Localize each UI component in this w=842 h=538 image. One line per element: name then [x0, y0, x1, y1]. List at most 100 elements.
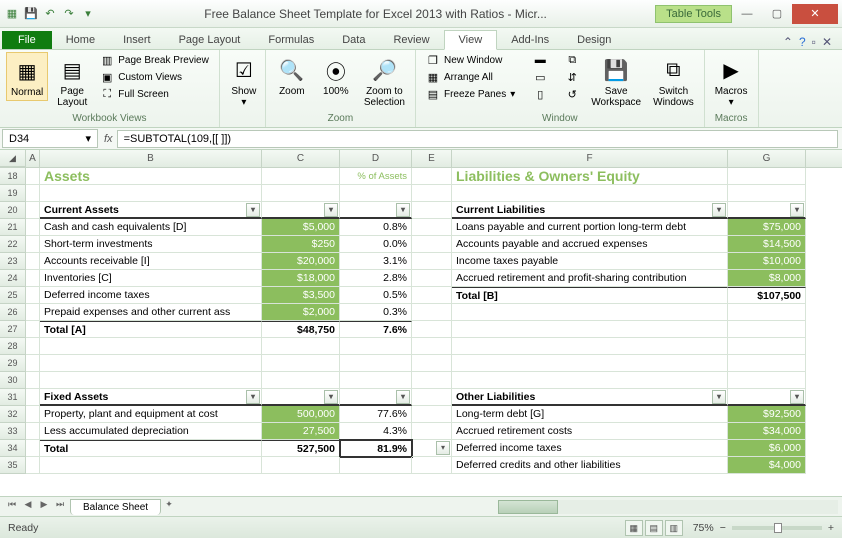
col-c[interactable]: C [262, 150, 340, 167]
zoom-out-button[interactable]: − [720, 522, 726, 534]
cell[interactable]: Less accumulated depreciation [40, 423, 262, 440]
cell[interactable]: Total [A] [40, 321, 262, 338]
arrange-all-button[interactable]: ▦Arrange All [422, 69, 519, 85]
row-header[interactable]: 21 [0, 219, 26, 236]
redo-icon[interactable]: ↷ [61, 6, 77, 22]
col-a[interactable]: A [26, 150, 40, 167]
cell[interactable]: Short-term investments [40, 236, 262, 253]
cell[interactable]: Property, plant and equipment at cost [40, 406, 262, 423]
cell[interactable] [412, 236, 452, 253]
cell[interactable]: $10,000 [728, 253, 806, 270]
cell[interactable]: Deferred credits and other liabilities [452, 457, 728, 474]
help-icon[interactable]: ? [799, 35, 806, 49]
filter-dropdown-icon[interactable]: ▾ [246, 390, 260, 404]
cell[interactable] [728, 338, 806, 355]
cell[interactable] [26, 185, 40, 202]
cell[interactable]: Accounts payable and accrued expenses [452, 236, 728, 253]
new-sheet-button[interactable]: ✦ [161, 499, 177, 515]
cell[interactable]: Other Liabilities▾ [452, 389, 728, 406]
cell[interactable]: Fixed Assets▾ [40, 389, 262, 406]
cell[interactable]: 3.1% [340, 253, 412, 270]
full-screen-button[interactable]: ⛶Full Screen [96, 86, 213, 102]
save-workspace-button[interactable]: 💾Save Workspace [587, 52, 645, 110]
cell[interactable] [26, 219, 40, 236]
filter-dropdown-icon[interactable]: ▾ [324, 203, 338, 217]
sheet-nav-next[interactable]: ▶ [36, 499, 52, 515]
cell[interactable]: 0.5% [340, 287, 412, 304]
col-e[interactable]: E [412, 150, 452, 167]
cell[interactable]: $4,000 [728, 457, 806, 474]
save-icon[interactable]: 💾 [23, 6, 39, 22]
view-side-button[interactable]: ⧉ [561, 52, 583, 68]
cell[interactable] [262, 372, 340, 389]
cell[interactable] [40, 338, 262, 355]
row-header[interactable]: 24 [0, 270, 26, 287]
cell[interactable]: Deferred income taxes [40, 287, 262, 304]
spreadsheet-grid[interactable]: ◢ A B C D E F G 18Assets% of AssetsLiabi… [0, 150, 842, 496]
row-header[interactable]: 25 [0, 287, 26, 304]
cell[interactable] [40, 372, 262, 389]
sheet-nav-prev[interactable]: ◀ [20, 499, 36, 515]
cell[interactable]: % of Assets [340, 168, 412, 185]
cell[interactable]: Prepaid expenses and other current ass [40, 304, 262, 321]
zoom-button[interactable]: 🔍Zoom [272, 52, 312, 99]
tab-formulas[interactable]: Formulas [254, 31, 328, 49]
cell[interactable] [452, 338, 728, 355]
cell[interactable]: Income taxes payable [452, 253, 728, 270]
name-box[interactable]: D34▾ [2, 129, 98, 148]
tab-home[interactable]: Home [52, 31, 109, 49]
sheet-tab-balance-sheet[interactable]: Balance Sheet [70, 499, 161, 515]
row-header[interactable]: 34 [0, 440, 26, 457]
split-button[interactable]: ▬ [529, 52, 551, 68]
cell[interactable]: 27,500 [262, 423, 340, 440]
qat-dropdown-icon[interactable]: ▾ [80, 6, 96, 22]
cell[interactable] [262, 338, 340, 355]
cell[interactable] [26, 457, 40, 474]
tab-view[interactable]: View [444, 30, 498, 50]
filter-dropdown-icon[interactable]: ▾ [712, 203, 726, 217]
cell[interactable]: $8,000 [728, 270, 806, 287]
cell[interactable] [412, 321, 452, 338]
cell[interactable] [26, 423, 40, 440]
cell[interactable]: Current Assets▾ [40, 202, 262, 219]
cell[interactable] [412, 423, 452, 440]
row-header[interactable]: 30 [0, 372, 26, 389]
undo-icon[interactable]: ↶ [42, 6, 58, 22]
cell[interactable]: $2,000 [262, 304, 340, 321]
cell[interactable]: Loans payable and current portion long-t… [452, 219, 728, 236]
new-window-button[interactable]: ❐New Window [422, 52, 519, 68]
row-header[interactable]: 32 [0, 406, 26, 423]
close-workbook-icon[interactable]: ✕ [822, 35, 832, 49]
cell[interactable] [728, 372, 806, 389]
cell[interactable]: $48,750 [262, 321, 340, 338]
cell[interactable] [340, 185, 412, 202]
cell[interactable] [26, 304, 40, 321]
name-box-dropdown-icon[interactable]: ▾ [85, 132, 91, 145]
cell[interactable]: Total [B] [452, 287, 728, 304]
cell[interactable] [26, 406, 40, 423]
cell[interactable]: Current Liabilities▾ [452, 202, 728, 219]
cell[interactable]: $14,500 [728, 236, 806, 253]
sync-scroll-button[interactable]: ⇵ [561, 69, 583, 85]
unhide-button[interactable]: ▯ [529, 86, 551, 102]
cell[interactable]: ▾ [340, 389, 412, 406]
page-layout-view-button[interactable]: ▤ Page Layout [52, 52, 92, 110]
cell[interactable] [412, 355, 452, 372]
cell[interactable]: Inventories [C] [40, 270, 262, 287]
row-header[interactable]: 27 [0, 321, 26, 338]
tab-data[interactable]: Data [328, 31, 379, 49]
cell[interactable]: $3,500 [262, 287, 340, 304]
cell[interactable]: Liabilities & Owners' Equity [452, 168, 728, 185]
sheet-nav-last[interactable]: ⏭ [52, 499, 68, 515]
reset-position-button[interactable]: ↺ [561, 86, 583, 102]
cell[interactable] [262, 168, 340, 185]
cell[interactable] [412, 406, 452, 423]
hide-button[interactable]: ▭ [529, 69, 551, 85]
switch-windows-button[interactable]: ⧉Switch Windows [649, 52, 698, 110]
cell[interactable] [412, 287, 452, 304]
cell[interactable] [412, 372, 452, 389]
cell[interactable]: $5,000 [262, 219, 340, 236]
filter-dropdown-icon[interactable]: ▾ [396, 390, 410, 404]
cell[interactable]: 2.8% [340, 270, 412, 287]
cell[interactable]: 0.0% [340, 236, 412, 253]
